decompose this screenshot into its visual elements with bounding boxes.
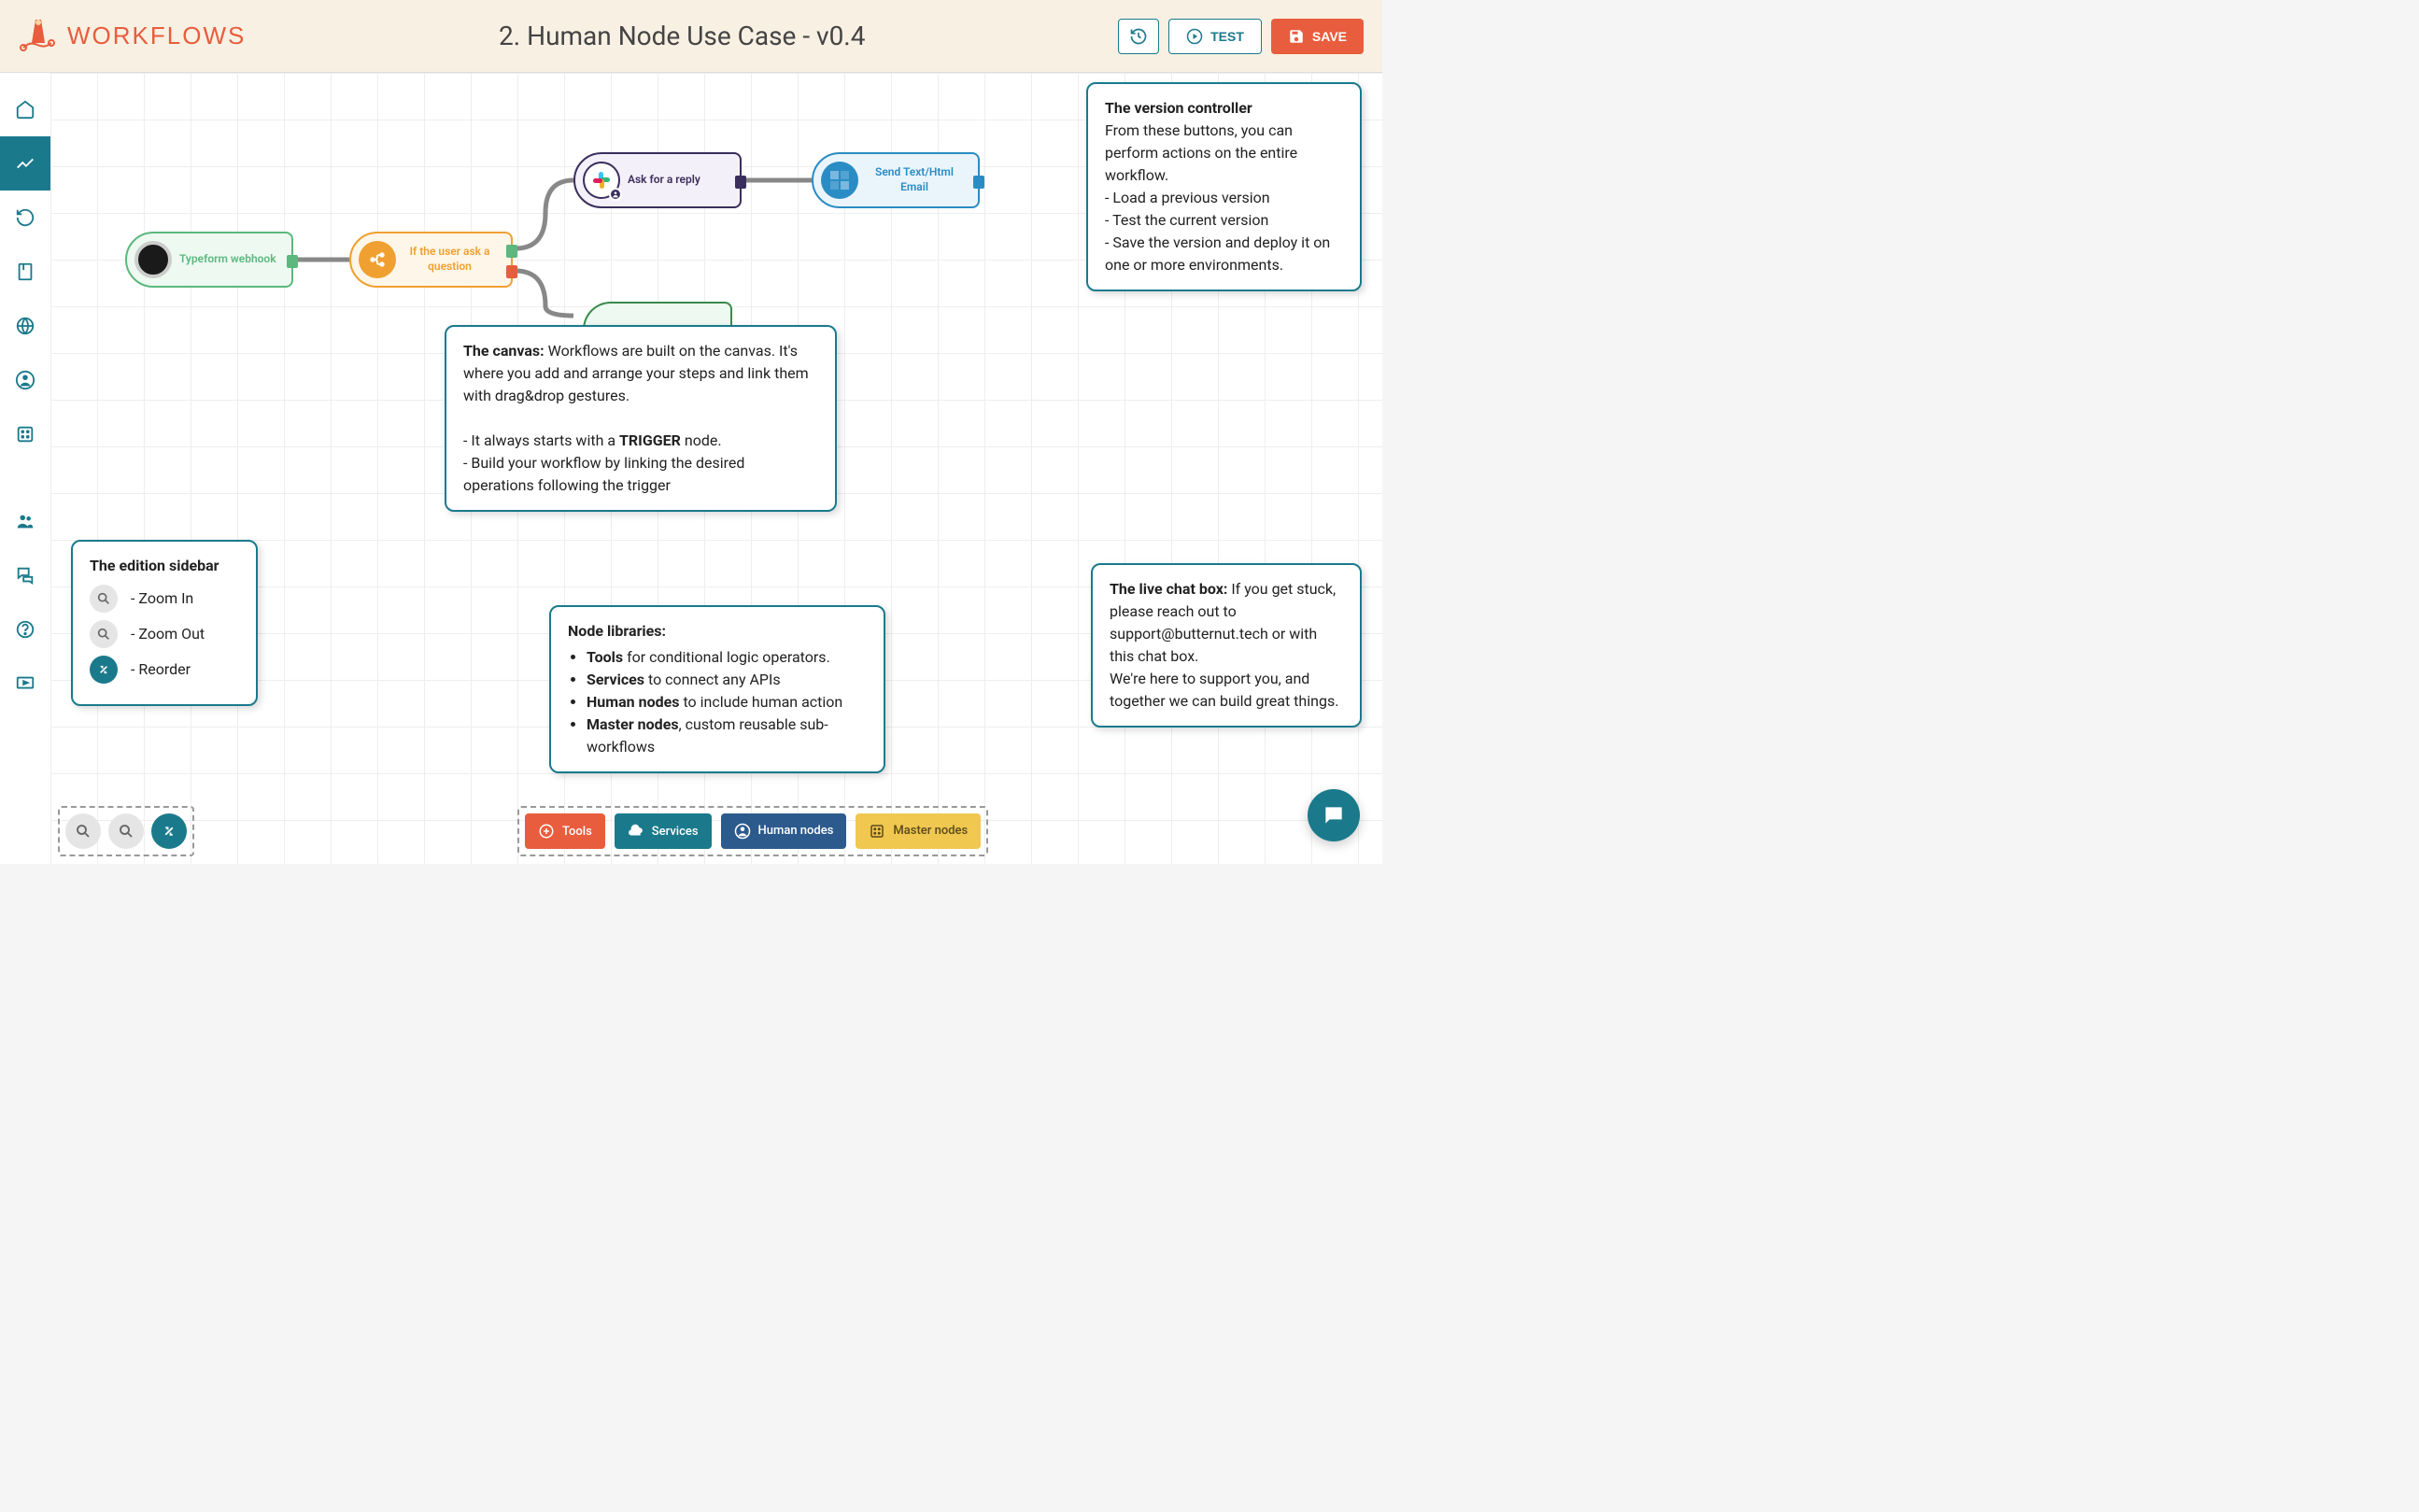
cloud-icon: [628, 823, 644, 840]
callout-text: From these buttons, you can perform acti…: [1105, 120, 1343, 187]
zoom-out-icon: [90, 620, 118, 648]
canvas-tools-toolbar: [58, 806, 194, 856]
save-button[interactable]: SAVE: [1271, 19, 1364, 54]
callout-node-libraries: Node libraries: Tools for conditional lo…: [549, 605, 885, 773]
app-logo-icon: [19, 15, 56, 57]
lib-bold: Human nodes: [587, 693, 680, 711]
save-label: SAVE: [1312, 29, 1347, 44]
chat-fab-button[interactable]: [1308, 789, 1360, 841]
app-name: WORKFLOWS: [67, 21, 246, 50]
play-icon: [1186, 28, 1203, 45]
library-services-button[interactable]: Services: [615, 813, 712, 849]
lib-label: Tools: [562, 825, 592, 839]
zoom-in-label: - Zoom In: [131, 587, 193, 610]
sidebar-bookmark[interactable]: [0, 245, 50, 299]
logo-area: WORKFLOWS: [19, 15, 246, 57]
email-label: Send Text/Html Email: [866, 165, 978, 194]
sidebar-home[interactable]: [0, 82, 50, 136]
callout-edition-sidebar: The edition sidebar - Zoom In - Zoom Out…: [71, 540, 258, 706]
library-master-button[interactable]: Master nodes: [856, 813, 981, 849]
workflow-title: 2. Human Node Use Case - v0.4: [264, 21, 1099, 51]
sidebar-grid[interactable]: [0, 407, 50, 461]
callout-version-controller: The version controller From these button…: [1086, 82, 1362, 291]
sidebar-history[interactable]: [0, 191, 50, 245]
trigger-label: Typeform webhook: [179, 252, 291, 267]
lib-bold: Master nodes: [587, 715, 679, 733]
callout-line: - Save the version and deploy it on one …: [1105, 232, 1343, 276]
callout-line: - Load a previous version: [1105, 187, 1343, 209]
callout-title: Node libraries:: [568, 620, 867, 643]
plus-circle-icon: [538, 823, 555, 840]
node-send-email[interactable]: Send Text/Html Email: [812, 152, 980, 208]
reorder-label: - Reorder: [131, 658, 191, 681]
dots-square-icon: [869, 823, 885, 840]
callout-bold: TRIGGER: [619, 431, 681, 449]
library-human-button[interactable]: Human nodes: [721, 813, 847, 849]
sidebar-team[interactable]: [0, 494, 50, 548]
lib-label: Services: [652, 825, 699, 839]
lib-bold: Services: [587, 671, 644, 688]
header-buttons: TEST SAVE: [1118, 19, 1364, 54]
node-ask-reply[interactable]: Ask for a reply: [573, 152, 742, 208]
workflow-canvas[interactable]: Typeform webhook If the user ask a quest…: [50, 73, 1382, 864]
reorder-icon: [90, 656, 118, 684]
output-port[interactable]: [973, 176, 984, 189]
callout-title: The canvas:: [463, 342, 545, 360]
trigger-icon: [134, 241, 172, 278]
output-port-false[interactable]: [506, 265, 517, 278]
lib-label: Master nodes: [893, 825, 968, 838]
output-port[interactable]: [287, 255, 298, 268]
callout-title: The version controller: [1105, 99, 1252, 117]
node-library-toolbar: Tools Services Human nodes Master nodes: [517, 806, 988, 856]
lib-text: for conditional logic operators.: [623, 648, 830, 666]
human-badge-icon: [609, 188, 622, 201]
branch-icon: [359, 241, 396, 278]
callout-line: - Test the current version: [1105, 209, 1343, 232]
output-port-true[interactable]: [506, 245, 517, 258]
slack-label: Ask for a reply: [628, 173, 715, 188]
callout-line: - It always starts with a: [463, 431, 619, 449]
zoom-in-button[interactable]: [65, 813, 101, 849]
callout-title: The edition sidebar: [90, 555, 239, 577]
history-button[interactable]: [1118, 19, 1159, 54]
callout-title: The live chat box:: [1110, 580, 1227, 598]
callout-text: We're here to support you, and together …: [1110, 668, 1343, 713]
output-port[interactable]: [735, 176, 746, 189]
callout-live-chat: The live chat box: If you get stuck, ple…: [1091, 563, 1362, 728]
lib-label: Human nodes: [758, 825, 834, 838]
zoom-out-label: - Zoom Out: [131, 623, 205, 645]
lib-bold: Tools: [587, 648, 623, 666]
library-tools-button[interactable]: Tools: [525, 813, 605, 849]
lib-text: to connect any APIs: [644, 671, 781, 688]
reorder-button[interactable]: [151, 813, 187, 849]
header-bar: WORKFLOWS 2. Human Node Use Case - v0.4 …: [0, 0, 1382, 73]
node-condition[interactable]: If the user ask a question: [349, 232, 513, 288]
node-trigger-typeform[interactable]: Typeform webhook: [125, 232, 293, 288]
callout-line: - Build your workflow by linking the des…: [463, 452, 818, 497]
sidebar-globe[interactable]: [0, 299, 50, 353]
lib-text: to include human action: [680, 693, 843, 711]
condition-label: If the user ask a question: [403, 245, 511, 274]
sidebar-account[interactable]: [0, 353, 50, 407]
save-icon: [1288, 28, 1305, 45]
sidebar-workflow[interactable]: [0, 136, 50, 191]
person-circle-icon: [734, 823, 751, 840]
chat-icon: [1322, 803, 1346, 827]
zoom-in-icon: [90, 585, 118, 613]
slack-icon: [583, 162, 620, 199]
left-sidebar: [0, 73, 50, 864]
sidebar-tutorial[interactable]: [0, 657, 50, 711]
test-label: TEST: [1210, 29, 1244, 44]
sidebar-chat[interactable]: [0, 548, 50, 602]
email-icon: [821, 162, 858, 199]
test-button[interactable]: TEST: [1168, 19, 1262, 54]
callout-canvas: The canvas: Workflows are built on the c…: [445, 325, 837, 512]
callout-line: node.: [681, 431, 722, 449]
zoom-out-button[interactable]: [108, 813, 144, 849]
sidebar-help[interactable]: [0, 602, 50, 657]
